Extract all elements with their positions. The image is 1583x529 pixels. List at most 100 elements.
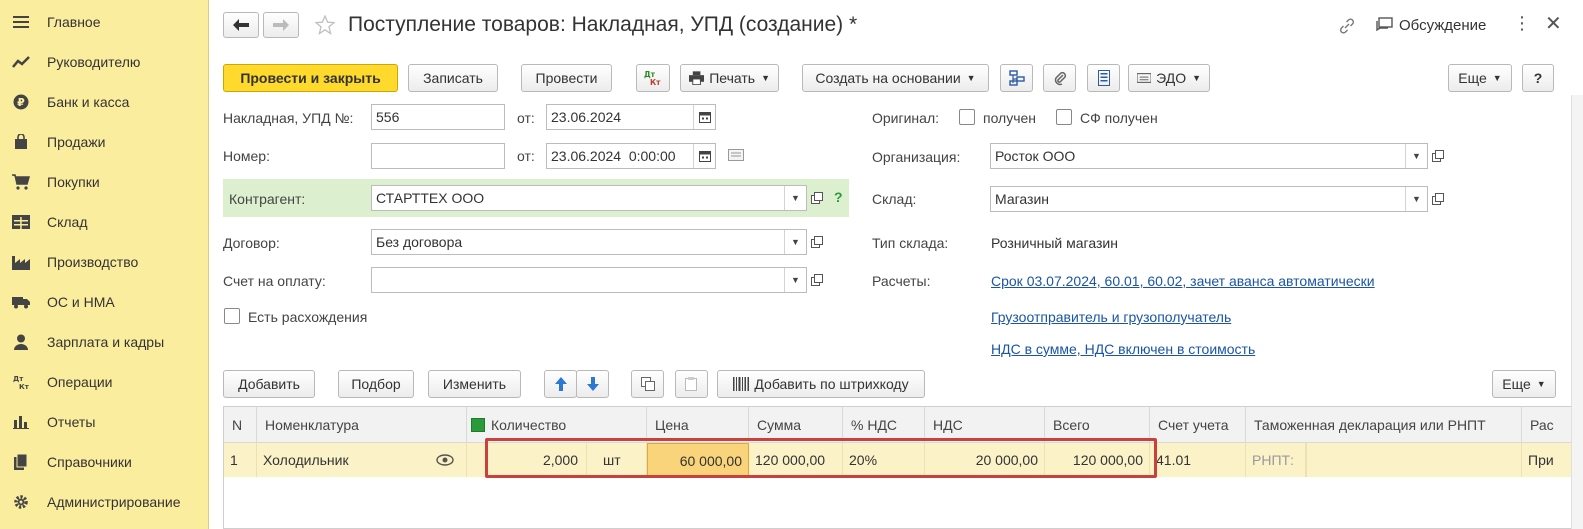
document-button[interactable] bbox=[1087, 64, 1120, 92]
save-button[interactable]: Записать bbox=[408, 64, 498, 92]
close-icon[interactable]: ✕ bbox=[1545, 11, 1562, 36]
cell-n[interactable]: 1 bbox=[224, 443, 257, 477]
sidebar-item-warehouse[interactable]: Склад bbox=[0, 202, 209, 242]
number-input[interactable] bbox=[371, 143, 505, 169]
move-down-button[interactable] bbox=[576, 370, 609, 398]
sidebar-item-director[interactable]: Руководителю bbox=[0, 42, 209, 82]
sidebar-item-bank[interactable]: ₽ Банк и касса bbox=[0, 82, 209, 122]
paste-row-button[interactable] bbox=[675, 370, 708, 398]
dropdown-arrow-icon[interactable]: ▼ bbox=[1405, 187, 1427, 211]
discussion-link[interactable]: Обсуждение bbox=[1399, 17, 1486, 34]
copy-row-button[interactable] bbox=[631, 370, 664, 398]
print-label: Печать bbox=[709, 70, 756, 86]
back-button[interactable] bbox=[223, 12, 259, 38]
edit-button[interactable]: Изменить bbox=[428, 370, 521, 398]
edo-button[interactable]: ЭДО ▼ bbox=[1128, 64, 1210, 92]
sidebar-item-production[interactable]: Производство bbox=[0, 242, 209, 282]
cell-rnpt-label: РНПТ: bbox=[1246, 443, 1306, 477]
open-card-icon[interactable] bbox=[807, 268, 827, 292]
cell-extra[interactable]: При bbox=[1522, 443, 1572, 477]
dt-kt-button[interactable]: Дт Кт bbox=[636, 64, 670, 92]
sidebar-item-admin[interactable]: Администрирование bbox=[0, 482, 209, 522]
column-header-account[interactable]: Счет учета bbox=[1150, 407, 1246, 443]
create-based-on-button[interactable]: Создать на основании ▼ bbox=[802, 64, 989, 92]
pick-button[interactable]: Подбор bbox=[338, 370, 414, 398]
arrow-right-icon bbox=[273, 19, 289, 31]
cell-nomenclature[interactable]: Холодильник bbox=[257, 443, 467, 477]
keyboard-icon[interactable] bbox=[728, 149, 744, 161]
factory-icon bbox=[11, 252, 31, 272]
dt-kt-icon: ДтКт bbox=[644, 70, 661, 87]
column-header-extra[interactable]: Рас bbox=[1522, 407, 1572, 443]
help-button[interactable]: ? bbox=[1522, 64, 1554, 92]
link-icon[interactable] bbox=[1338, 17, 1356, 35]
table-more-button[interactable]: Еще ▼ bbox=[1492, 370, 1556, 398]
vat-mode-link[interactable]: НДС в сумме, НДС включен в стоимость bbox=[991, 341, 1255, 357]
eye-icon[interactable] bbox=[436, 454, 454, 466]
cell-account[interactable]: 41.01 bbox=[1150, 443, 1246, 477]
add-by-barcode-button[interactable]: Добавить по штрихкоду bbox=[717, 370, 925, 398]
invoice-date-input[interactable]: 23.06.2024 bbox=[546, 104, 716, 130]
vertical-scrollbar[interactable] bbox=[1571, 95, 1583, 529]
calendar-icon[interactable] bbox=[693, 144, 715, 168]
sidebar: Главное Руководителю ₽ Банк и касса Прод… bbox=[0, 0, 209, 529]
dropdown-arrow-icon[interactable]: ▼ bbox=[784, 186, 806, 210]
number-date-input[interactable]: 23.06.2024 0:00:00 bbox=[546, 143, 716, 169]
calendar-icon[interactable] bbox=[693, 105, 715, 129]
column-header-n[interactable]: N bbox=[224, 407, 257, 443]
more-vertical-icon[interactable]: ⋮ bbox=[1513, 13, 1531, 34]
contract-input[interactable]: Без договора ▼ bbox=[371, 229, 807, 255]
structure-button[interactable] bbox=[1000, 64, 1033, 92]
sidebar-item-directories[interactable]: Справочники bbox=[0, 442, 209, 482]
column-header-nomenclature[interactable]: Номенклатура bbox=[257, 407, 467, 443]
add-row-button[interactable]: Добавить bbox=[223, 370, 315, 398]
counterparty-input[interactable]: СТАРТТЕХ ООО ▼ bbox=[371, 185, 807, 211]
shipper-consignee-link[interactable]: Грузоотправитель и грузополучатель bbox=[991, 309, 1231, 325]
sidebar-item-assets[interactable]: ОС и НМА bbox=[0, 282, 209, 322]
sidebar-item-label: Руководителю bbox=[47, 54, 141, 70]
post-and-close-button[interactable]: Провести и закрыть bbox=[223, 64, 398, 92]
sidebar-item-label: Зарплата и кадры bbox=[47, 334, 165, 350]
sidebar-item-sales[interactable]: Продажи bbox=[0, 122, 209, 162]
settlements-label: Расчеты: bbox=[872, 273, 931, 289]
column-header-customs[interactable]: Таможенная декларация или РНПТ bbox=[1246, 407, 1522, 443]
sidebar-item-reports[interactable]: Отчеты bbox=[0, 402, 209, 442]
help-question-icon[interactable]: ? bbox=[834, 189, 843, 205]
post-button[interactable]: Провести bbox=[521, 64, 612, 92]
sidebar-item-main[interactable]: Главное bbox=[0, 2, 209, 42]
payment-label: Счет на оплату: bbox=[223, 273, 326, 289]
cell-rnpt-value[interactable] bbox=[1306, 443, 1522, 477]
svg-text:Кт: Кт bbox=[650, 78, 661, 87]
open-card-icon[interactable] bbox=[807, 186, 827, 210]
open-card-icon[interactable] bbox=[807, 230, 827, 254]
sf-received-checkbox[interactable] bbox=[1056, 109, 1072, 125]
copy-icon bbox=[640, 377, 655, 391]
forward-button[interactable] bbox=[263, 12, 299, 38]
organization-input[interactable]: Росток ООО ▼ bbox=[990, 143, 1428, 169]
sidebar-item-label: Покупки bbox=[47, 174, 100, 190]
sidebar-item-hr[interactable]: Зарплата и кадры bbox=[0, 322, 209, 362]
dropdown-arrow-icon[interactable]: ▼ bbox=[784, 268, 806, 292]
star-icon[interactable] bbox=[315, 15, 335, 35]
dropdown-arrow-icon[interactable]: ▼ bbox=[784, 230, 806, 254]
warehouse-input[interactable]: Магазин ▼ bbox=[990, 186, 1428, 212]
paperclip-icon bbox=[1054, 71, 1066, 86]
sidebar-item-purchases[interactable]: Покупки bbox=[0, 162, 209, 202]
sidebar-item-label: Склад bbox=[47, 214, 88, 230]
dropdown-arrow-icon[interactable]: ▼ bbox=[1405, 144, 1427, 168]
discrepancy-checkbox[interactable] bbox=[224, 308, 240, 324]
more-button[interactable]: Еще ▼ bbox=[1448, 64, 1512, 92]
open-card-icon[interactable] bbox=[1428, 144, 1448, 168]
invoice-number-label: Накладная, УПД №: bbox=[223, 110, 354, 126]
cart-icon bbox=[11, 172, 31, 192]
invoice-number-input[interactable]: 556 bbox=[371, 104, 505, 130]
payment-input[interactable]: ▼ bbox=[371, 267, 807, 293]
move-up-button[interactable] bbox=[544, 370, 577, 398]
settlements-link[interactable]: Срок 03.07.2024, 60.01, 60.02, зачет ава… bbox=[991, 273, 1375, 289]
attach-button[interactable] bbox=[1043, 64, 1076, 92]
received-checkbox[interactable] bbox=[959, 109, 975, 125]
print-button[interactable]: Печать ▼ bbox=[680, 64, 779, 92]
open-card-icon[interactable] bbox=[1428, 187, 1448, 211]
books-icon bbox=[11, 452, 31, 472]
sidebar-item-operations[interactable]: Дт Кт Операции bbox=[0, 362, 209, 402]
